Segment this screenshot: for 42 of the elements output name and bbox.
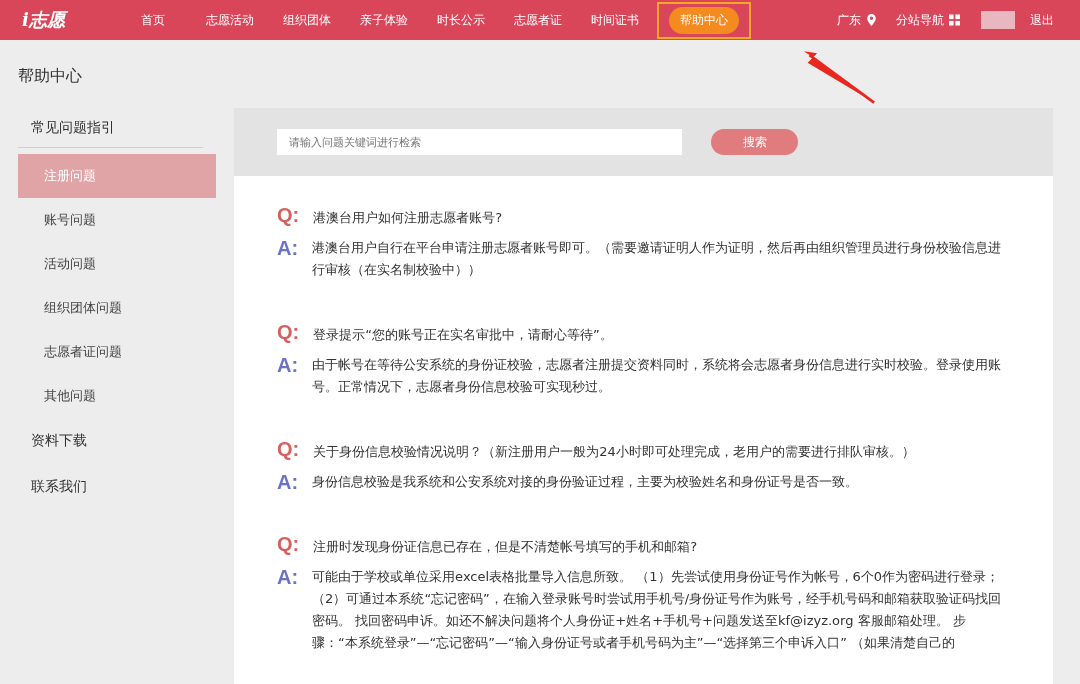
logout-link[interactable]: 退出 [1030, 11, 1054, 29]
sidebar-section[interactable]: 常见问题指引 [18, 109, 203, 148]
question-mark-label: Q: [277, 438, 300, 461]
sidebar-item[interactable]: 志愿者证问题 [18, 330, 216, 374]
sidebar-item[interactable]: 组织团体问题 [18, 286, 216, 330]
answer-mark-label: A: [277, 471, 299, 493]
answer-text: 港澳台用户自行在平台申请注册志愿者账号即可。（需要邀请证明人作为证明，然后再由组织管理员进行身份校验信息进行审核（在实名制校验中）） [312, 239, 1003, 279]
site-nav-link[interactable]: 分站导航 [896, 11, 944, 29]
question-text: 关于身份信息校验情况说明？（新注册用户一般为24小时即可处理完成，老用户的需要进行排队审核。） [313, 443, 915, 461]
nav-tab[interactable]: 帮助中心 [669, 6, 739, 34]
sidebar-item[interactable]: 活动问题 [18, 242, 216, 286]
answer-mark-label: A: [277, 566, 299, 588]
nav-tab[interactable]: 时间证书 [577, 6, 652, 34]
nav-tab[interactable]: 时长公示 [423, 6, 498, 34]
location-pin-icon [866, 14, 877, 26]
question-mark-label: Q: [277, 204, 300, 227]
answer-text: 身份信息校验是我系统和公安系统对接的身份验证过程，主要为校验姓名和身份证号是否一致。 [312, 473, 860, 491]
answer-text: 由于帐号在等待公安系统的身份证校验，志愿者注册提交资料同时，系统将会志愿者身份信息进行实时校验。登录使用账号。正常情况下，志愿者身份信息校验可实现秒过。 [312, 356, 1003, 396]
search-field[interactable]: 请输入问题关键词进行检索 [277, 129, 682, 155]
nav-tab[interactable]: 首页 [115, 6, 190, 34]
nav-tab[interactable]: 亲子体验 [346, 6, 421, 34]
question-text: 港澳台用户如何注册志愿者账号? [313, 209, 503, 227]
question-text: 登录提示“您的账号正在实名审批中，请耐心等待”。 [313, 326, 613, 344]
nav-tab[interactable]: 组织团体 [269, 6, 344, 34]
nav-tab[interactable]: 志愿活动 [192, 6, 267, 34]
answer-mark-label: A: [277, 237, 299, 259]
sidebar-section[interactable]: 资料下载 [18, 418, 203, 464]
search-button[interactable]: 搜索 [711, 129, 798, 155]
sidebar-section[interactable]: 联系我们 [18, 464, 203, 510]
question-mark-label: Q: [277, 533, 300, 556]
nav-tab[interactable]: 志愿者证 [500, 6, 575, 34]
region-link[interactable]: 广东 [837, 11, 861, 29]
sidebar-item[interactable]: 账号问题 [18, 198, 216, 242]
question-mark-label: Q: [277, 321, 300, 344]
answer-text: 可能由于学校或单位采用excel表格批量导入信息所致。 （1）先尝试使用身份证号作为帐号，6个0作为密码进行登录；（2）可通过本系统“忘记密码”，在输入登录账号时尝试用手机号/身份证号作为账号，经手机号码和邮箱获取验证码找回密码。 找回密码申诉。如还不解决问题将个人身份证+姓名+手机号+问题发送至kf@izyz.org 客服邮箱处理。 步骤：“本系统登录”—“忘记密码”—“输入身份证号或者手机号码为主”—“选择第三个申诉入口” （如果清楚自己的 [312, 568, 1003, 652]
blurred-username [981, 11, 1015, 29]
site-logo[interactable]: i志愿 [0, 8, 90, 32]
answer-mark-label: A: [277, 354, 299, 376]
question-text: 注册时发现身份证信息已存在，但是不清楚帐号填写的手机和邮箱? [313, 538, 698, 556]
sidebar-title: 帮助中心 [18, 65, 83, 87]
sidebar-item[interactable]: 其他问题 [18, 374, 216, 418]
grid-icon [949, 14, 960, 26]
